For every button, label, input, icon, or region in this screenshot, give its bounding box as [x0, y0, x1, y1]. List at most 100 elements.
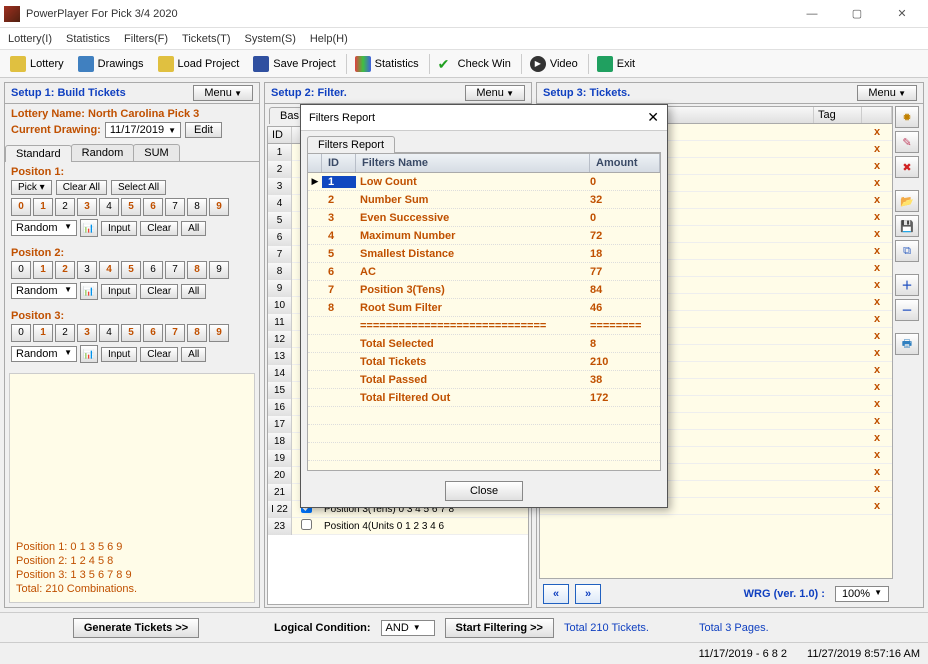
report-row[interactable]: 7Position 3(Tens)84	[308, 281, 660, 299]
minimize-button[interactable]: —	[790, 0, 834, 28]
toolbar-save[interactable]: Save Project	[247, 54, 341, 74]
number-button-6[interactable]: 6	[143, 261, 163, 279]
zoom-select[interactable]: 100%	[835, 586, 889, 602]
report-row[interactable]: 6AC77	[308, 263, 660, 281]
report-row[interactable]: 5Smallest Distance18	[308, 245, 660, 263]
number-button-7[interactable]: 7	[165, 261, 185, 279]
report-row[interactable]: Total Passed38	[308, 371, 660, 389]
number-button-9[interactable]: 9	[209, 261, 229, 279]
clear-button[interactable]: Clear	[140, 284, 178, 299]
toolbar-lottery[interactable]: Lottery	[4, 54, 70, 74]
clear-all-button[interactable]: Clear All	[56, 180, 107, 195]
number-button-4[interactable]: 4	[99, 198, 119, 216]
tool-save-icon[interactable]: 💾	[895, 215, 919, 237]
all-button[interactable]: All	[181, 221, 206, 236]
number-button-0[interactable]: 0	[11, 261, 31, 279]
edit-button[interactable]: Edit	[185, 122, 222, 138]
filter-row[interactable]: 23Position 4(Units 0 1 2 3 4 6	[268, 518, 528, 535]
toolbar-stats[interactable]: Statistics	[349, 54, 425, 74]
start-filtering-button[interactable]: Start Filtering >>	[445, 618, 554, 638]
number-button-3[interactable]: 3	[77, 261, 97, 279]
tool-wand-icon[interactable]: ✎	[895, 131, 919, 153]
menu-filters[interactable]: Filters(F)	[124, 33, 168, 45]
number-button-3[interactable]: 3	[77, 324, 97, 342]
number-button-2[interactable]: 2	[55, 261, 75, 279]
menu-statistics[interactable]: Statistics	[66, 33, 110, 45]
all-button[interactable]: All	[181, 284, 206, 299]
tool-add-icon[interactable]: ＋	[895, 274, 919, 296]
clear-button[interactable]: Clear	[140, 347, 178, 362]
nav-next-button[interactable]: »	[575, 584, 601, 604]
tool-copy-icon[interactable]: ⧉	[895, 240, 919, 262]
dialog-tab[interactable]: Filters Report	[307, 136, 395, 153]
random-select[interactable]: Random	[11, 220, 77, 236]
number-button-0[interactable]: 0	[11, 324, 31, 342]
number-button-7[interactable]: 7	[165, 198, 185, 216]
filter-checkbox[interactable]	[301, 519, 312, 530]
number-button-8[interactable]: 8	[187, 261, 207, 279]
menu-lottery[interactable]: Lottery(I)	[8, 33, 52, 45]
select-all-button[interactable]: Select All	[111, 180, 166, 195]
number-button-9[interactable]: 9	[209, 198, 229, 216]
all-button[interactable]: All	[181, 347, 206, 362]
report-row[interactable]: Total Selected8	[308, 335, 660, 353]
toolbar-exit[interactable]: Exit	[591, 54, 641, 74]
chart-icon[interactable]: 📊	[80, 282, 98, 300]
number-button-7[interactable]: 7	[165, 324, 185, 342]
number-button-1[interactable]: 1	[33, 324, 53, 342]
report-row[interactable]: Total Filtered Out172	[308, 389, 660, 407]
tab-random[interactable]: Random	[71, 144, 135, 161]
number-button-5[interactable]: 5	[121, 198, 141, 216]
menu-system[interactable]: System(S)	[245, 33, 296, 45]
tab-standard[interactable]: Standard	[5, 145, 72, 162]
number-button-5[interactable]: 5	[121, 261, 141, 279]
tool-gear-icon[interactable]: ✹	[895, 106, 919, 128]
panel3-menu-button[interactable]: Menu	[857, 85, 917, 101]
report-row[interactable]: Total Tickets210	[308, 353, 660, 371]
number-button-2[interactable]: 2	[55, 198, 75, 216]
dialog-close-icon[interactable]: ✕	[647, 109, 659, 126]
number-button-1[interactable]: 1	[33, 198, 53, 216]
toolbar-load[interactable]: Load Project	[152, 54, 246, 74]
number-button-6[interactable]: 6	[143, 324, 163, 342]
generate-tickets-button[interactable]: Generate Tickets >>	[73, 618, 199, 638]
number-button-0[interactable]: 0	[11, 198, 31, 216]
panel1-menu-button[interactable]: Menu	[193, 85, 253, 101]
input-button[interactable]: Input	[101, 284, 137, 299]
tool-print-icon[interactable]: 🖶	[895, 333, 919, 355]
number-button-8[interactable]: 8	[187, 198, 207, 216]
number-button-6[interactable]: 6	[143, 198, 163, 216]
menu-tickets[interactable]: Tickets(T)	[182, 33, 230, 45]
number-button-4[interactable]: 4	[99, 324, 119, 342]
number-button-2[interactable]: 2	[55, 324, 75, 342]
panel2-menu-button[interactable]: Menu	[465, 85, 525, 101]
input-button[interactable]: Input	[101, 221, 137, 236]
report-row[interactable]: 4Maximum Number72	[308, 227, 660, 245]
close-button[interactable]: ✕	[880, 0, 924, 28]
tab-sum[interactable]: SUM	[133, 144, 179, 161]
number-button-1[interactable]: 1	[33, 261, 53, 279]
clear-button[interactable]: Clear	[140, 221, 178, 236]
tool-open-icon[interactable]: 📂	[895, 190, 919, 212]
number-button-8[interactable]: 8	[187, 324, 207, 342]
pick-button[interactable]: Pick ▾	[11, 180, 52, 195]
chart-icon[interactable]: 📊	[80, 345, 98, 363]
chart-icon[interactable]: 📊	[80, 219, 98, 237]
number-button-9[interactable]: 9	[209, 324, 229, 342]
filters-report-grid[interactable]: ID Filters Name Amount ▶1Low Count02Numb…	[307, 153, 661, 471]
report-row[interactable]: 8Root Sum Filter46	[308, 299, 660, 317]
number-button-3[interactable]: 3	[77, 198, 97, 216]
toolbar-video[interactable]: ▶Video	[524, 54, 584, 74]
dialog-close-button[interactable]: Close	[445, 481, 523, 501]
input-button[interactable]: Input	[101, 347, 137, 362]
report-row[interactable]: 2Number Sum32	[308, 191, 660, 209]
menu-help[interactable]: Help(H)	[310, 33, 348, 45]
maximize-button[interactable]: ▢	[835, 0, 879, 28]
random-select[interactable]: Random	[11, 346, 77, 362]
tool-remove-icon[interactable]: －	[895, 299, 919, 321]
report-row[interactable]: ▶1Low Count0	[308, 173, 660, 191]
report-row[interactable]: 3Even Successive0	[308, 209, 660, 227]
tool-delete-icon[interactable]: ✖	[895, 156, 919, 178]
report-row[interactable]: =====================================	[308, 317, 660, 335]
drawing-date-select[interactable]: 11/17/2019	[105, 122, 181, 138]
